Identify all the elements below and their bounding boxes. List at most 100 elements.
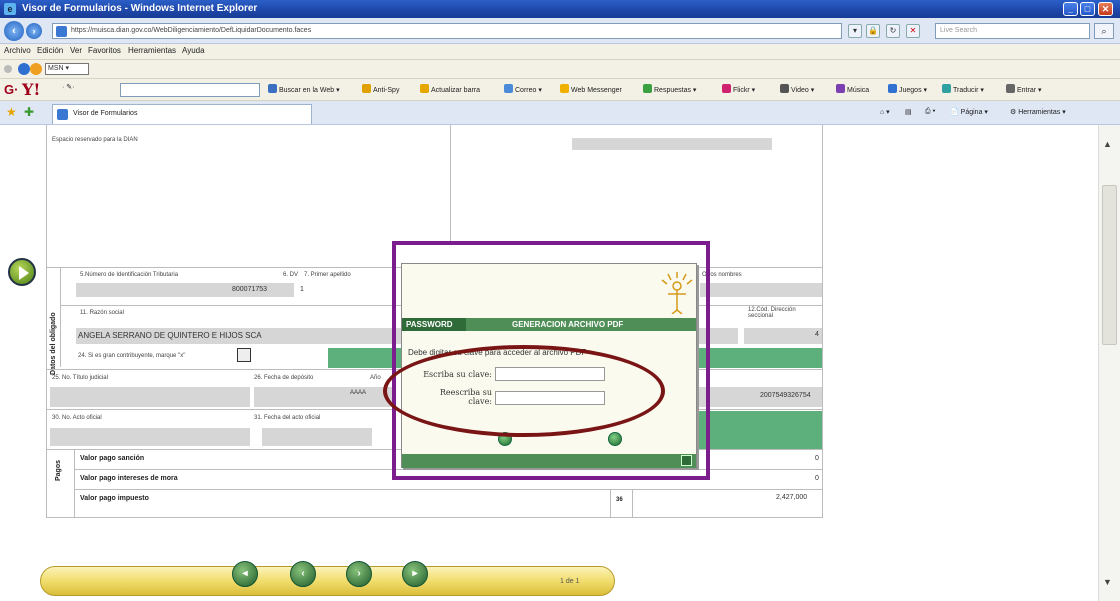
window-title: Visor de Formularios - Windows Internet … xyxy=(22,3,258,14)
pago-impuesto-label: Valor pago impuesto xyxy=(80,495,149,502)
fecha-acto-field xyxy=(262,428,372,446)
menu-ayuda[interactable]: Ayuda xyxy=(182,46,205,55)
titulo-field xyxy=(50,387,250,407)
next-page-button[interactable]: › xyxy=(346,561,372,587)
field11-label: 11. Razón social xyxy=(80,310,124,316)
msn-select[interactable]: MSN ▾ xyxy=(45,63,89,75)
maximize-button[interactable]: □ xyxy=(1080,2,1095,16)
favorites-star-icon[interactable]: ★ xyxy=(6,105,17,119)
yahoo-logo-icon[interactable]: Y! xyxy=(22,80,40,99)
menu-bar: Archivo Edición Ver Favoritos Herramient… xyxy=(0,44,1120,60)
pencil-icon[interactable]: · ✎· xyxy=(62,83,74,91)
yahoo-btn-traducir[interactable]: Traducir ▾ xyxy=(942,84,984,94)
prev-page-button[interactable]: ‹ xyxy=(290,561,316,587)
back-button[interactable]: ‹ xyxy=(4,21,24,41)
msn-butterfly-icon xyxy=(18,63,30,75)
translate-icon xyxy=(942,84,951,93)
yahoo-g-icon[interactable]: G· xyxy=(4,82,18,97)
msn-logo-icon xyxy=(30,63,42,75)
address-input[interactable]: https://muisca.dian.gov.co/WebDiligencia… xyxy=(52,23,842,39)
yahoo-btn-actualizar[interactable]: Actualizar barra xyxy=(420,84,480,94)
menu-ver[interactable]: Ver xyxy=(70,46,82,55)
pago-sancion-value: 0 xyxy=(815,455,819,462)
page-indicator: 1 de 1 xyxy=(560,578,580,585)
signin-icon xyxy=(1006,84,1015,93)
links-toolbar: MSN ▾ xyxy=(0,60,1120,79)
section-label: Datos del obligado xyxy=(50,312,57,375)
yahoo-btn-correo[interactable]: Correo ▾ xyxy=(504,84,542,94)
yahoo-btn-messenger[interactable]: Web Messenger xyxy=(560,84,622,94)
feeds-icon[interactable]: ▤ xyxy=(905,108,912,116)
music-icon xyxy=(836,84,845,93)
menu-edicion[interactable]: Edición xyxy=(37,46,63,55)
form-line xyxy=(74,489,823,490)
last-page-button[interactable]: ▸ xyxy=(402,561,428,587)
home-icon[interactable]: ⌂ ▾ xyxy=(880,108,890,116)
first-page-button[interactable]: ◂ xyxy=(232,561,258,587)
field25-label: 25. No. Título judicial xyxy=(52,375,108,381)
tab-row: ★ ✚ Visor de Formularios ⌂ ▾ ▤ ⎙ ▾ 📄 Pág… xyxy=(0,101,1120,125)
close-button[interactable]: ✕ xyxy=(1098,2,1113,16)
antispy-icon xyxy=(362,84,371,93)
search-input[interactable]: Live Search xyxy=(935,23,1090,39)
yahoo-btn-buscar[interactable]: Buscar en la Web ▾ xyxy=(268,84,340,94)
page-menu[interactable]: 📄 Página ▾ xyxy=(950,108,988,116)
scroll-up-icon[interactable]: ▲ xyxy=(1103,139,1112,149)
vertical-scrollbar[interactable]: ▲ ▼ xyxy=(1098,125,1120,601)
pago-sancion-label: Valor pago sanción xyxy=(80,455,145,462)
yahoo-toolbar: G· Y! · ✎· Buscar en la Web ▾ Anti-Spy A… xyxy=(0,79,1120,101)
reserved-space-label: Espacio reservado para la DIAN xyxy=(52,137,138,143)
ie-icon: e xyxy=(4,3,16,15)
pagos-border xyxy=(74,449,75,517)
form-border xyxy=(46,125,47,517)
tab-visor[interactable]: Visor de Formularios xyxy=(52,104,312,124)
menu-favoritos[interactable]: Favoritos xyxy=(88,46,121,55)
yahoo-btn-flickr[interactable]: Flickr ▾ xyxy=(722,84,755,94)
games-icon xyxy=(888,84,897,93)
form-border xyxy=(822,125,823,517)
yahoo-btn-entrar[interactable]: Entrar ▾ xyxy=(1006,84,1042,94)
lock-icon[interactable]: ▾ xyxy=(848,24,862,38)
seccional-value: 4 xyxy=(815,331,819,338)
yahoo-btn-musica[interactable]: Música xyxy=(836,84,869,94)
year-value: AAAA xyxy=(350,390,367,396)
razon-social-value: ANGELA SERRANO DE QUINTERO E HIJOS SCA xyxy=(78,331,262,340)
yahoo-btn-respuestas[interactable]: Respuestas ▾ xyxy=(643,84,696,94)
tools-menu[interactable]: ⚙ Herramientas ▾ xyxy=(1010,108,1066,116)
page-icon xyxy=(56,26,67,37)
pagos-label: Pagos xyxy=(55,459,62,481)
menu-herramientas[interactable]: Herramientas xyxy=(128,46,176,55)
side-arrow-icon[interactable] xyxy=(8,258,36,286)
scroll-down-icon[interactable]: ▼ xyxy=(1103,577,1112,587)
minimize-button[interactable]: _ xyxy=(1063,2,1078,16)
security-icon[interactable]: 🔒 xyxy=(866,24,880,38)
other-names-field xyxy=(700,283,822,297)
yahoo-btn-juegos[interactable]: Juegos ▾ xyxy=(888,84,927,94)
print-icon[interactable]: ⎙ ▾ xyxy=(925,108,936,116)
field26-label: 26. Fecha de depósito xyxy=(254,375,314,381)
year-label: Año xyxy=(370,375,381,381)
flickr-icon xyxy=(722,84,731,93)
yahoo-btn-video[interactable]: Video ▾ xyxy=(780,84,814,94)
dv-value: 1 xyxy=(300,286,304,293)
viewer-nav-bar xyxy=(40,566,615,596)
search-icon[interactable]: ⌕ xyxy=(1094,23,1114,39)
form-line xyxy=(610,489,611,517)
menu-archivo[interactable]: Archivo xyxy=(4,46,31,55)
section-border xyxy=(60,267,61,367)
tab-label: Visor de Formularios xyxy=(73,110,138,117)
warning-icon xyxy=(420,84,429,93)
form-divider xyxy=(450,125,451,245)
field24-label: 24. Si es gran contribuyente, marque "x" xyxy=(78,353,186,359)
checkbox-24[interactable] xyxy=(237,348,251,362)
yahoo-btn-antispy[interactable]: Anti-Spy xyxy=(362,84,399,94)
title-bar: e Visor de Formularios - Windows Interne… xyxy=(0,0,1120,18)
forward-button[interactable]: › xyxy=(26,23,42,39)
yahoo-search-input[interactable] xyxy=(120,83,260,97)
stop-icon[interactable]: ✕ xyxy=(906,24,920,38)
field5-label: 5.Número de Identificación Tributaria xyxy=(80,272,179,278)
add-favorite-icon[interactable]: ✚ xyxy=(24,105,34,119)
refresh-icon[interactable]: ↻ xyxy=(886,24,900,38)
mail-icon xyxy=(504,84,513,93)
scroll-thumb[interactable] xyxy=(1102,185,1117,345)
